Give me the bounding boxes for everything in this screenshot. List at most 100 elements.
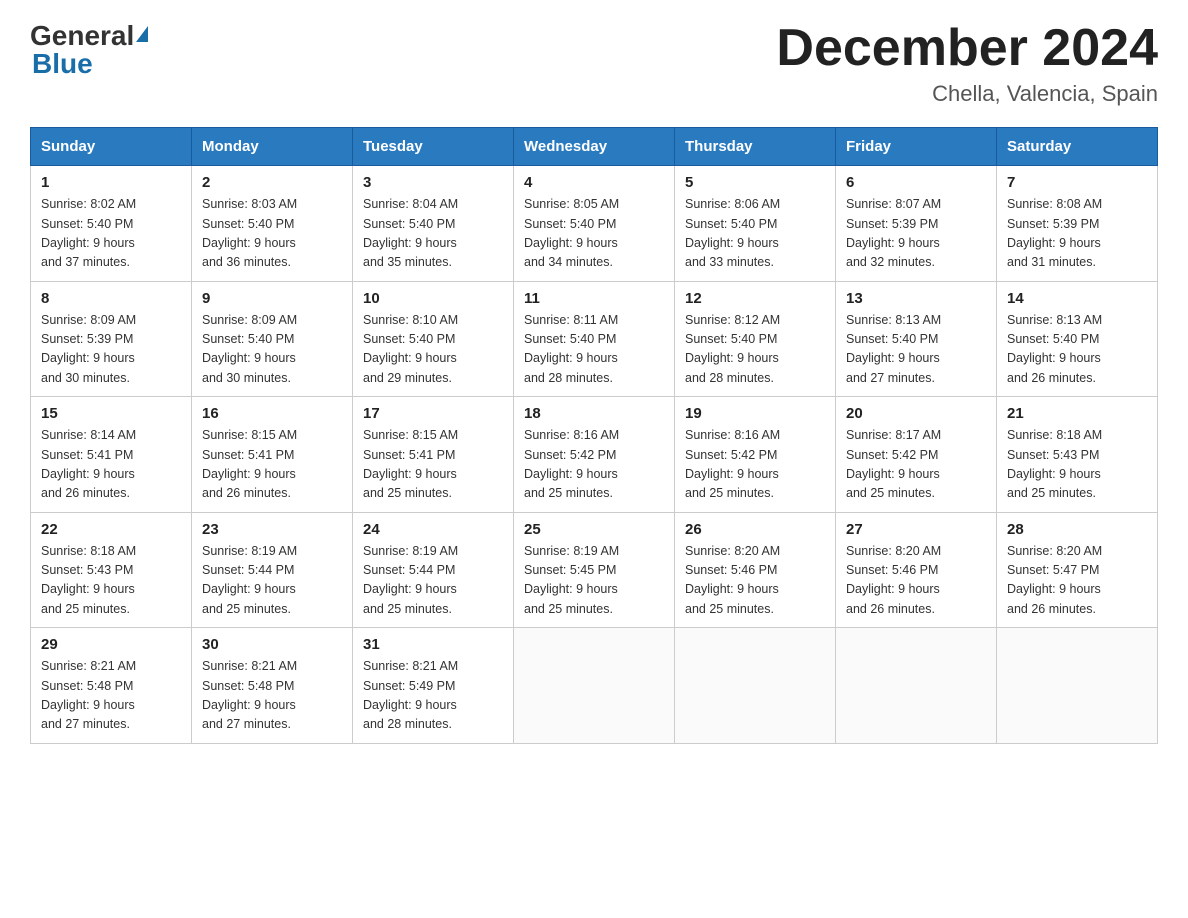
calendar-cell: 17Sunrise: 8:15 AMSunset: 5:41 PMDayligh… xyxy=(353,397,514,513)
calendar-cell: 5 Sunrise: 8:06 AMSunset: 5:40 PMDaylight… xyxy=(675,166,836,282)
day-number: 11 xyxy=(524,290,664,307)
day-number: 8 xyxy=(41,290,181,307)
day-info: Sunrise: 8:18 AMSunset: 5:43 PMDaylight:… xyxy=(1007,426,1147,504)
calendar-cell: 2 Sunrise: 8:03 AMSunset: 5:40 PMDaylight… xyxy=(192,166,353,282)
day-number: 22 xyxy=(41,521,181,538)
calendar-cell: 24 Sunrise: 8:19 AMSunset: 5:44 PMDayligh… xyxy=(353,512,514,628)
day-info: Sunrise: 8:16 AMSunset: 5:42 PMDaylight:… xyxy=(685,426,825,504)
day-info: Sunrise: 8:19 AMSunset: 5:44 PMDaylight:… xyxy=(202,542,342,620)
day-info: Sunrise: 8:11 AMSunset: 5:40 PMDaylight:… xyxy=(524,311,664,389)
calendar-cell: 3Sunrise: 8:04 AMSunset: 5:40 PMDaylight… xyxy=(353,166,514,282)
day-info: Sunrise: 8:06 AMSunset: 5:40 PMDaylight:… xyxy=(685,195,825,273)
calendar-cell: 31Sunrise: 8:21 AMSunset: 5:49 PMDayligh… xyxy=(353,628,514,744)
logo-triangle-icon xyxy=(136,26,148,42)
day-number: 19 xyxy=(685,405,825,422)
day-number: 9 xyxy=(202,290,342,307)
day-number: 24 xyxy=(363,521,503,538)
calendar-week-row: 1 Sunrise: 8:02 AMSunset: 5:40 PMDaylight… xyxy=(31,166,1158,282)
col-saturday: Saturday xyxy=(997,128,1158,166)
calendar-week-row: 8Sunrise: 8:09 AMSunset: 5:39 PMDaylight… xyxy=(31,281,1158,397)
day-info: Sunrise: 8:17 AMSunset: 5:42 PMDaylight:… xyxy=(846,426,986,504)
day-info: Sunrise: 8:13 AMSunset: 5:40 PMDaylight:… xyxy=(846,311,986,389)
col-thursday: Thursday xyxy=(675,128,836,166)
day-number: 15 xyxy=(41,405,181,422)
calendar-cell: 18Sunrise: 8:16 AMSunset: 5:42 PMDayligh… xyxy=(514,397,675,513)
calendar-header-row: Sunday Monday Tuesday Wednesday Thursday… xyxy=(31,128,1158,166)
calendar-cell: 10 Sunrise: 8:10 AMSunset: 5:40 PMDayligh… xyxy=(353,281,514,397)
day-info: Sunrise: 8:19 AMSunset: 5:44 PMDaylight:… xyxy=(363,542,503,620)
logo-blue-text: Blue xyxy=(32,48,93,79)
calendar-title: December 2024 xyxy=(776,20,1158,77)
calendar-cell: 27 Sunrise: 8:20 AMSunset: 5:46 PMDayligh… xyxy=(836,512,997,628)
title-block: December 2024 Chella, Valencia, Spain xyxy=(776,20,1158,107)
day-number: 28 xyxy=(1007,521,1147,538)
day-number: 12 xyxy=(685,290,825,307)
calendar-subtitle: Chella, Valencia, Spain xyxy=(776,81,1158,107)
day-info: Sunrise: 8:19 AMSunset: 5:45 PMDaylight:… xyxy=(524,542,664,620)
day-info: Sunrise: 8:15 AMSunset: 5:41 PMDaylight:… xyxy=(202,426,342,504)
day-number: 26 xyxy=(685,521,825,538)
day-info: Sunrise: 8:21 AMSunset: 5:49 PMDaylight:… xyxy=(363,657,503,735)
calendar-cell: 1 Sunrise: 8:02 AMSunset: 5:40 PMDaylight… xyxy=(31,166,192,282)
calendar-cell: 4Sunrise: 8:05 AMSunset: 5:40 PMDaylight… xyxy=(514,166,675,282)
day-number: 6 xyxy=(846,174,986,191)
calendar-cell: 15 Sunrise: 8:14 AMSunset: 5:41 PMDayligh… xyxy=(31,397,192,513)
day-number: 18 xyxy=(524,405,664,422)
calendar-cell: 9 Sunrise: 8:09 AMSunset: 5:40 PMDaylight… xyxy=(192,281,353,397)
day-info: Sunrise: 8:14 AMSunset: 5:41 PMDaylight:… xyxy=(41,426,181,504)
day-number: 29 xyxy=(41,636,181,653)
day-number: 20 xyxy=(846,405,986,422)
col-wednesday: Wednesday xyxy=(514,128,675,166)
day-number: 10 xyxy=(363,290,503,307)
calendar-week-row: 29 Sunrise: 8:21 AMSunset: 5:48 PMDayligh… xyxy=(31,628,1158,744)
col-friday: Friday xyxy=(836,128,997,166)
day-info: Sunrise: 8:18 AMSunset: 5:43 PMDaylight:… xyxy=(41,542,181,620)
day-number: 23 xyxy=(202,521,342,538)
calendar-cell: 21 Sunrise: 8:18 AMSunset: 5:43 PMDayligh… xyxy=(997,397,1158,513)
calendar-week-row: 15 Sunrise: 8:14 AMSunset: 5:41 PMDayligh… xyxy=(31,397,1158,513)
day-info: Sunrise: 8:10 AMSunset: 5:40 PMDaylight:… xyxy=(363,311,503,389)
day-info: Sunrise: 8:02 AMSunset: 5:40 PMDaylight:… xyxy=(41,195,181,273)
calendar-cell: 7Sunrise: 8:08 AMSunset: 5:39 PMDaylight… xyxy=(997,166,1158,282)
day-info: Sunrise: 8:07 AMSunset: 5:39 PMDaylight:… xyxy=(846,195,986,273)
col-monday: Monday xyxy=(192,128,353,166)
day-info: Sunrise: 8:20 AMSunset: 5:47 PMDaylight:… xyxy=(1007,542,1147,620)
day-info: Sunrise: 8:21 AMSunset: 5:48 PMDaylight:… xyxy=(41,657,181,735)
calendar-cell: 20 Sunrise: 8:17 AMSunset: 5:42 PMDayligh… xyxy=(836,397,997,513)
calendar-cell: 23 Sunrise: 8:19 AMSunset: 5:44 PMDayligh… xyxy=(192,512,353,628)
calendar-cell: 16 Sunrise: 8:15 AMSunset: 5:41 PMDayligh… xyxy=(192,397,353,513)
day-info: Sunrise: 8:03 AMSunset: 5:40 PMDaylight:… xyxy=(202,195,342,273)
calendar-cell xyxy=(836,628,997,744)
calendar-cell: 25Sunrise: 8:19 AMSunset: 5:45 PMDayligh… xyxy=(514,512,675,628)
day-number: 21 xyxy=(1007,405,1147,422)
day-info: Sunrise: 8:09 AMSunset: 5:40 PMDaylight:… xyxy=(202,311,342,389)
calendar-cell: 8Sunrise: 8:09 AMSunset: 5:39 PMDaylight… xyxy=(31,281,192,397)
day-number: 30 xyxy=(202,636,342,653)
calendar-cell: 19 Sunrise: 8:16 AMSunset: 5:42 PMDayligh… xyxy=(675,397,836,513)
day-info: Sunrise: 8:13 AMSunset: 5:40 PMDaylight:… xyxy=(1007,311,1147,389)
calendar-cell: 22 Sunrise: 8:18 AMSunset: 5:43 PMDayligh… xyxy=(31,512,192,628)
calendar-cell xyxy=(997,628,1158,744)
calendar-cell: 30Sunrise: 8:21 AMSunset: 5:48 PMDayligh… xyxy=(192,628,353,744)
day-number: 16 xyxy=(202,405,342,422)
calendar-cell: 12 Sunrise: 8:12 AMSunset: 5:40 PMDayligh… xyxy=(675,281,836,397)
calendar-cell xyxy=(675,628,836,744)
day-number: 5 xyxy=(685,174,825,191)
day-info: Sunrise: 8:20 AMSunset: 5:46 PMDaylight:… xyxy=(846,542,986,620)
day-number: 27 xyxy=(846,521,986,538)
day-number: 4 xyxy=(524,174,664,191)
calendar-cell: 14 Sunrise: 8:13 AMSunset: 5:40 PMDayligh… xyxy=(997,281,1158,397)
calendar-week-row: 22 Sunrise: 8:18 AMSunset: 5:43 PMDayligh… xyxy=(31,512,1158,628)
day-info: Sunrise: 8:08 AMSunset: 5:39 PMDaylight:… xyxy=(1007,195,1147,273)
day-info: Sunrise: 8:12 AMSunset: 5:40 PMDaylight:… xyxy=(685,311,825,389)
calendar-cell: 29 Sunrise: 8:21 AMSunset: 5:48 PMDayligh… xyxy=(31,628,192,744)
day-number: 14 xyxy=(1007,290,1147,307)
calendar-cell xyxy=(514,628,675,744)
day-number: 2 xyxy=(202,174,342,191)
day-number: 1 xyxy=(41,174,181,191)
day-info: Sunrise: 8:20 AMSunset: 5:46 PMDaylight:… xyxy=(685,542,825,620)
day-number: 13 xyxy=(846,290,986,307)
calendar-cell: 13 Sunrise: 8:13 AMSunset: 5:40 PMDayligh… xyxy=(836,281,997,397)
calendar-cell: 28 Sunrise: 8:20 AMSunset: 5:47 PMDayligh… xyxy=(997,512,1158,628)
day-number: 3 xyxy=(363,174,503,191)
